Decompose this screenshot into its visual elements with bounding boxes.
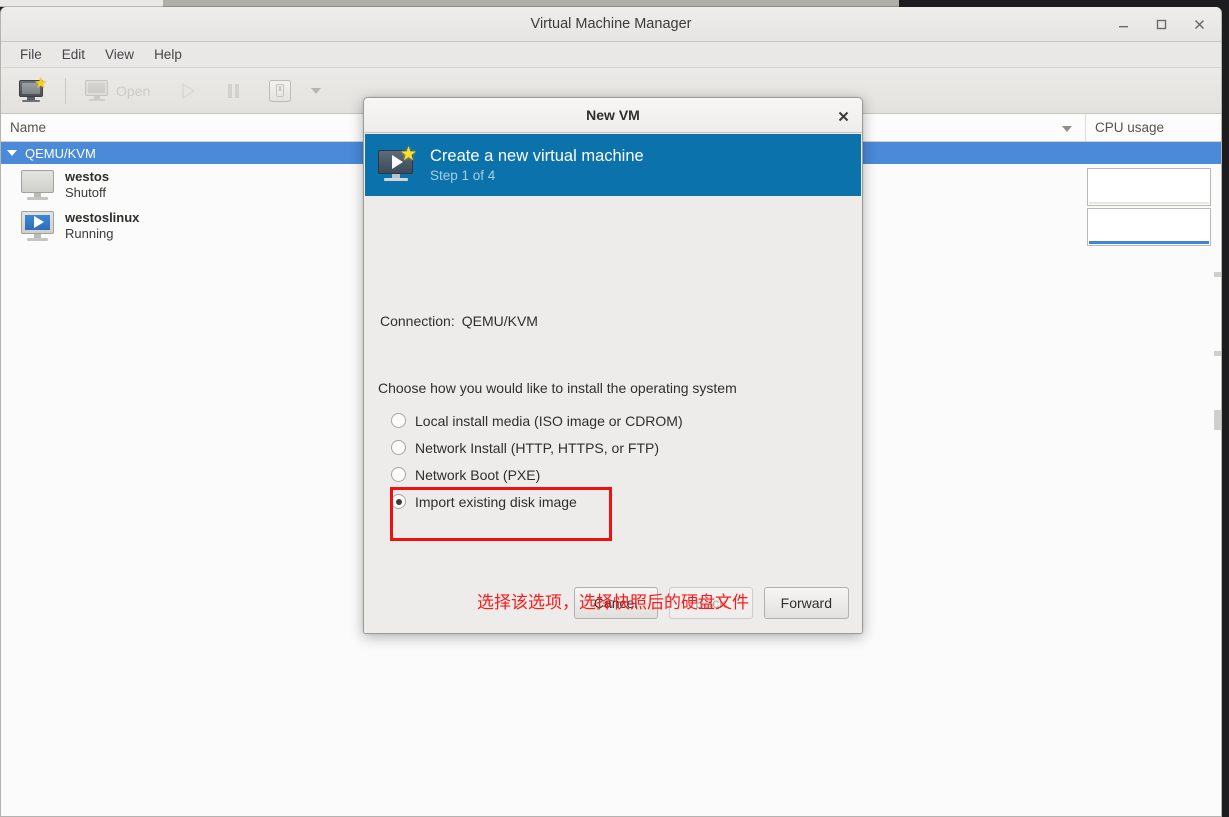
radio-import-existing-disk-image[interactable]: Import existing disk image <box>391 488 683 515</box>
monitor-off-icon <box>21 169 55 200</box>
install-method-radio-group: Local install media (ISO image or CDROM)… <box>391 407 683 515</box>
run-button[interactable] <box>172 78 204 104</box>
window-controls <box>1109 7 1213 42</box>
radio-button-icon[interactable] <box>391 413 406 428</box>
sparkline-trace <box>1089 241 1209 244</box>
cpu-usage-sparkline <box>1087 168 1211 206</box>
expander-caret-icon[interactable] <box>7 150 17 156</box>
monitor-running-icon <box>21 210 55 241</box>
shutdown-icon <box>269 79 292 102</box>
radio-button-icon-selected[interactable] <box>391 494 406 509</box>
maximize-button[interactable] <box>1147 12 1175 38</box>
open-button-label: Open <box>116 82 151 99</box>
radio-button-icon[interactable] <box>391 440 406 455</box>
vm-state: Running <box>65 225 114 241</box>
close-button[interactable] <box>1185 12 1213 38</box>
column-header-cpu-label: CPU usage <box>1095 120 1165 135</box>
menu-view[interactable]: View <box>95 45 144 64</box>
dialog-body: Connection: QEMU/KVM Choose how you woul… <box>364 196 862 613</box>
radio-network-boot-pxe[interactable]: Network Boot (PXE) <box>391 461 683 488</box>
vm-state: Shutoff <box>65 184 106 200</box>
annotation-text: 选择该选项，选择快照后的硬盘文件 <box>477 593 749 613</box>
column-header-cpu-usage[interactable]: CPU usage <box>1086 114 1221 141</box>
menu-help[interactable]: Help <box>144 45 192 64</box>
scrollbar-mark[interactable] <box>1214 351 1221 356</box>
minimize-button[interactable] <box>1109 12 1137 38</box>
dialog-banner-text: Create a new virtual machine Step 1 of 4 <box>430 147 644 183</box>
menu-edit[interactable]: Edit <box>52 45 95 64</box>
vm-name: westos <box>65 168 110 184</box>
window-title: Virtual Machine Manager <box>530 16 692 32</box>
cpu-usage-sparkline <box>1087 208 1211 246</box>
vm-name: westoslinux <box>65 209 140 225</box>
window-titlebar: Virtual Machine Manager <box>1 7 1221 42</box>
dialog-step-indicator: Step 1 of 4 <box>430 168 496 183</box>
connection-group-label: QEMU/KVM <box>25 145 96 161</box>
chevron-down-icon[interactable] <box>311 87 322 94</box>
new-vm-banner-icon: ★ <box>378 145 417 182</box>
new-vm-dialog: New VM ★ Create a new virtual machine St… <box>363 97 863 634</box>
scrollbar-mark[interactable] <box>1214 272 1221 277</box>
dialog-title: New VM <box>586 107 640 123</box>
radio-button-icon[interactable] <box>391 467 406 482</box>
play-icon <box>182 82 196 99</box>
connection-label: Connection: <box>380 313 455 329</box>
column-header-name-label: Name <box>10 120 47 135</box>
connection-row: Connection: QEMU/KVM <box>380 313 538 329</box>
dialog-heading: Create a new virtual machine <box>430 147 644 165</box>
close-icon <box>838 111 848 121</box>
new-vm-button[interactable]: ★ <box>11 75 53 107</box>
radio-local-install-media[interactable]: Local install media (ISO image or CDROM) <box>391 407 683 434</box>
new-vm-icon: ★ <box>17 76 47 104</box>
background-strip-middle <box>163 0 899 7</box>
toolbar-separator <box>65 77 66 104</box>
radio-label: Network Boot (PXE) <box>415 466 541 483</box>
scrollbar-thumb[interactable] <box>1214 410 1221 430</box>
radio-label: Network Install (HTTP, HTTPS, or FTP) <box>415 439 659 456</box>
radio-label: Local install media (ISO image or CDROM) <box>415 412 683 429</box>
radio-label: Import existing disk image <box>415 493 577 510</box>
background-strip-left <box>0 0 163 7</box>
monitor-icon <box>84 79 110 103</box>
dialog-close-button[interactable] <box>833 106 853 126</box>
pause-button[interactable] <box>222 81 245 101</box>
dialog-titlebar: New VM <box>364 98 862 133</box>
vm-text-block: westoslinux Running <box>65 210 139 242</box>
radio-network-install[interactable]: Network Install (HTTP, HTTPS, or FTP) <box>391 434 683 461</box>
menu-file[interactable]: File <box>10 45 52 64</box>
shutdown-button[interactable] <box>263 77 297 105</box>
pause-icon <box>228 83 240 98</box>
dialog-banner: ★ Create a new virtual machine Step 1 of… <box>365 134 861 196</box>
background-right-edge <box>1222 7 1229 817</box>
sort-chevron-down-icon[interactable] <box>1062 126 1072 132</box>
menubar: File Edit View Help <box>1 42 1221 68</box>
connection-value: QEMU/KVM <box>461 313 538 329</box>
install-method-prompt: Choose how you would like to install the… <box>378 380 737 396</box>
open-button[interactable]: Open <box>78 76 156 106</box>
background-strip-dark <box>899 0 1229 7</box>
desktop-background: Virtual Machine Manager File Edit View H… <box>0 0 1229 817</box>
vm-text-block: westos Shutoff <box>65 169 109 201</box>
sparkline-trace <box>1089 202 1209 204</box>
